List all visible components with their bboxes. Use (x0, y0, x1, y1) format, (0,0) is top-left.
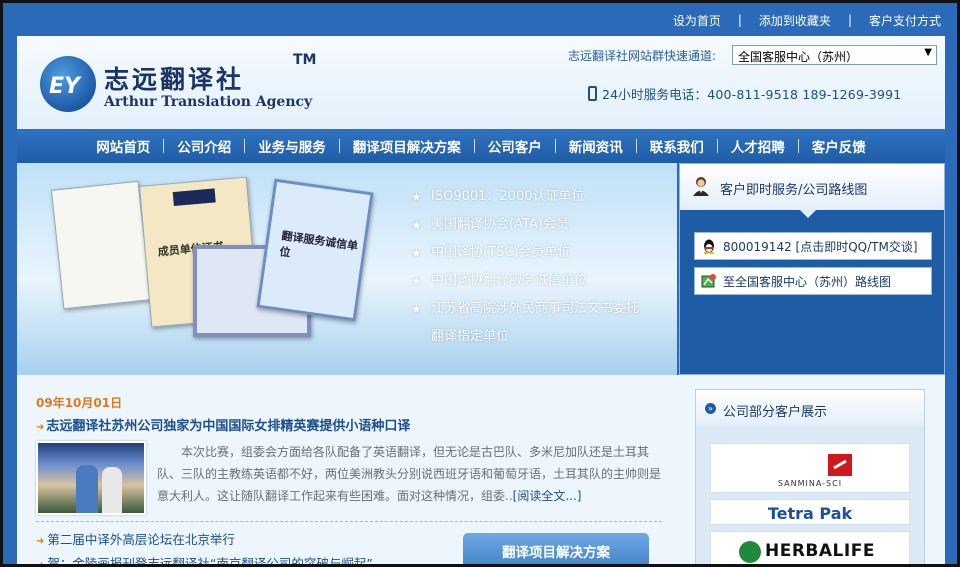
qualification-item: ★ 江苏省高院涉外民商事司法文书委托 (411, 295, 639, 323)
qualification-text: 中国译协(TSC)会员单位 (431, 245, 571, 260)
news-divider (36, 521, 662, 522)
featured-news-title-text: 志远翻译社苏州公司独家为中国国际女排精英赛提供小语种口译 (46, 419, 411, 434)
star-icon: ★ (411, 274, 422, 288)
service-title: 客户即时服务/公司路线图 (720, 183, 868, 198)
qualification-item: ★ 中国译协(TSC)会员单位 (411, 239, 639, 267)
certification-banner: 成员单位证书 翻译服务诚信单位 ★ ISO9001：2000认证单位 ★ 美国翻译协… (17, 163, 677, 375)
quick-select-value: 全国客服中心（苏州） (738, 50, 859, 64)
client-logo-tetrapak[interactable]: Tetra Pak (710, 499, 910, 525)
news-excerpt: 本次比赛，组委会方面给各队配备了英语翻译，但无论是古巴队、多米尼加队还是土耳其队… (157, 441, 665, 507)
svg-text:EY: EY (49, 74, 82, 99)
logo-chinese-name[interactable]: 志远翻译社 (104, 60, 244, 96)
qualification-text: 中国译协翻译服务诚信单位 (431, 273, 588, 288)
nav-item-feedback[interactable]: 客户反馈 (799, 136, 879, 156)
qualification-item: ★ ISO9001：2000认证单位 (411, 183, 639, 211)
arrow-right-icon: ➜ (36, 536, 45, 547)
route-map-label: 至全国客服中心（苏州）路线图 (723, 274, 892, 289)
solutions-button[interactable]: 翻译项目解决方案 (463, 533, 649, 564)
client-showcase: » 公司部分客户展示 SANMINA-SCI Tetra Pak HERBALI… (695, 389, 925, 564)
map-route-icon (701, 274, 716, 288)
registration-certificate-image (50, 180, 152, 310)
service-header-notch (800, 210, 816, 218)
star-icon: ★ (411, 218, 422, 232)
qualification-item: ★ 美国翻译协会(ATA)会员 (411, 211, 639, 239)
client-logo-sanmina[interactable]: SANMINA-SCI (710, 443, 910, 493)
integrity-certificate-image: 翻译服务诚信单位 (256, 178, 374, 322)
customer-service-icon (693, 177, 709, 196)
add-favorite-link[interactable]: 添加到收藏夹 (759, 12, 831, 29)
news-list-item[interactable]: ➜ 第二届中译外高层论坛在北京举行 (36, 529, 373, 553)
news-photo[interactable] (36, 441, 146, 515)
news-list-item-text: 第二届中译外高层论坛在北京举行 (47, 532, 235, 547)
qualification-text: 美国翻译协会(ATA)会员 (431, 217, 569, 232)
qualification-list: ★ ISO9001：2000认证单位 ★ 美国翻译协会(ATA)会员 ★ 中国译协(T… (411, 183, 639, 351)
route-map-button[interactable]: 至全国客服中心（苏州）路线图 (694, 267, 932, 295)
payment-methods-link[interactable]: 客户支付方式 (869, 12, 941, 29)
news-photo-person (102, 467, 122, 513)
arrow-right-icon: ➜ (36, 560, 45, 567)
herbalife-logo-text: HERBALIFE (765, 541, 875, 561)
toplink-separator: | (847, 13, 852, 27)
news-photo-person (76, 465, 98, 513)
star-icon: ★ (411, 190, 422, 204)
featured-news-title[interactable]: ➜ 志远翻译社苏州公司独家为中国国际女排精英赛提供小语种口译 (36, 415, 410, 434)
quick-channel-select[interactable]: 全国客服中心（苏州） ▼ (732, 45, 937, 65)
news-excerpt-text: 本次比赛，组委会方面给各队配备了英语翻译，但无论是古巴队、多米尼加队还是土耳其队… (157, 445, 662, 503)
star-icon: ★ (411, 302, 422, 316)
qq-chat-button[interactable]: 800019142 [点击即时QQ/TM交谈] (694, 232, 932, 260)
client-showcase-header: » 公司部分客户展示 (696, 390, 924, 426)
set-homepage-link[interactable]: 设为首页 (673, 12, 721, 29)
customer-service-box: 客户即时服务/公司路线图 800019142 [点击即时QQ/TM交谈] 至全国… (679, 163, 945, 375)
nav-item-solutions[interactable]: 翻译项目解决方案 (340, 136, 474, 156)
logo-english-name[interactable]: Arthur Translation Agency (104, 94, 312, 110)
arrow-right-icon: ➜ (36, 422, 45, 433)
news-date: 09年10月01日 (36, 396, 123, 410)
news-list-item[interactable]: ➜ 贺：金陵画报刊登志远翻译社“南京翻译公司的突破与崛起” (36, 553, 373, 567)
quick-channel-label: 志远翻译社网站群快速通道: (568, 49, 717, 63)
qq-chat-label: 800019142 [点击即时QQ/TM交谈] (723, 239, 918, 254)
nav-item-home[interactable]: 网站首页 (83, 136, 163, 156)
news-list: ➜ 第二届中译外高层论坛在北京举行 ➜ 贺：金陵画报刊登志远翻译社“南京翻译公司的突… (36, 529, 373, 567)
sanmina-logo-text: SANMINA-SCI (777, 479, 843, 488)
sanmina-logo-mark (828, 454, 852, 476)
main-nav: 网站首页 公司介绍 业务与服务 翻译项目解决方案 公司客户 新闻资讯 联系我们 … (17, 129, 945, 163)
mobile-phone-icon (588, 86, 597, 101)
news-list-item-text: 贺：金陵画报刊登志远翻译社“南京翻译公司的突破与崛起” (47, 556, 373, 567)
client-showcase-title: 公司部分客户展示 (723, 405, 828, 420)
qualification-item: ★ 中国译协翻译服务诚信单位 (411, 267, 639, 295)
tsc-logo (172, 188, 216, 207)
nav-item-news[interactable]: 新闻资讯 (556, 136, 636, 156)
integrity-certificate-title: 翻译服务诚信单位 (278, 229, 359, 260)
qualification-text: ISO9001：2000认证单位 (431, 189, 585, 204)
site-header: EY 志远翻译社 TM Arthur Translation Agency 志远… (17, 36, 945, 129)
star-icon: ★ (411, 246, 422, 260)
dropdown-arrow-icon: ▼ (924, 47, 932, 58)
top-utility-links: 设为首页 | 添加到收藏夹 | 客户支付方式 (673, 11, 941, 29)
main-content: 09年10月01日 ➜ 志远翻译社苏州公司独家为中国国际女排精英赛提供小语种口译 … (17, 375, 945, 567)
nav-item-careers[interactable]: 人才招聘 (718, 136, 798, 156)
nav-item-contact[interactable]: 联系我们 (637, 136, 717, 156)
qq-penguin-icon (703, 239, 715, 254)
toplink-separator: | (737, 13, 742, 27)
trademark-mark: TM (293, 52, 317, 68)
tetrapak-logo-text: Tetra Pak (767, 504, 853, 523)
page-frame: 设为首页 | 添加到收藏夹 | 客户支付方式 EY 志远翻译社 TM Arthu… (0, 0, 960, 567)
nav-item-about[interactable]: 公司介绍 (164, 136, 244, 156)
qualification-item-continued: 翻译指定单位 (411, 323, 639, 351)
double-arrow-icon: » (705, 403, 716, 414)
nav-item-services[interactable]: 业务与服务 (245, 136, 339, 156)
client-logo-herbalife[interactable]: HERBALIFE (710, 531, 910, 564)
nav-item-clients[interactable]: 公司客户 (475, 136, 555, 156)
qualification-text: 江苏省高院涉外民商事司法文书委托 (431, 301, 640, 316)
herbalife-leaf-icon (739, 541, 761, 563)
ey-globe-icon[interactable]: EY (40, 56, 96, 112)
hotline-text: 24小时服务电话：400-811-9518 189-1269-3991 (602, 87, 902, 102)
read-more-link[interactable]: [阅读全文...] (513, 489, 582, 503)
service-header: 客户即时服务/公司路线图 (680, 164, 944, 218)
qualification-text: 翻译指定单位 (431, 329, 510, 344)
